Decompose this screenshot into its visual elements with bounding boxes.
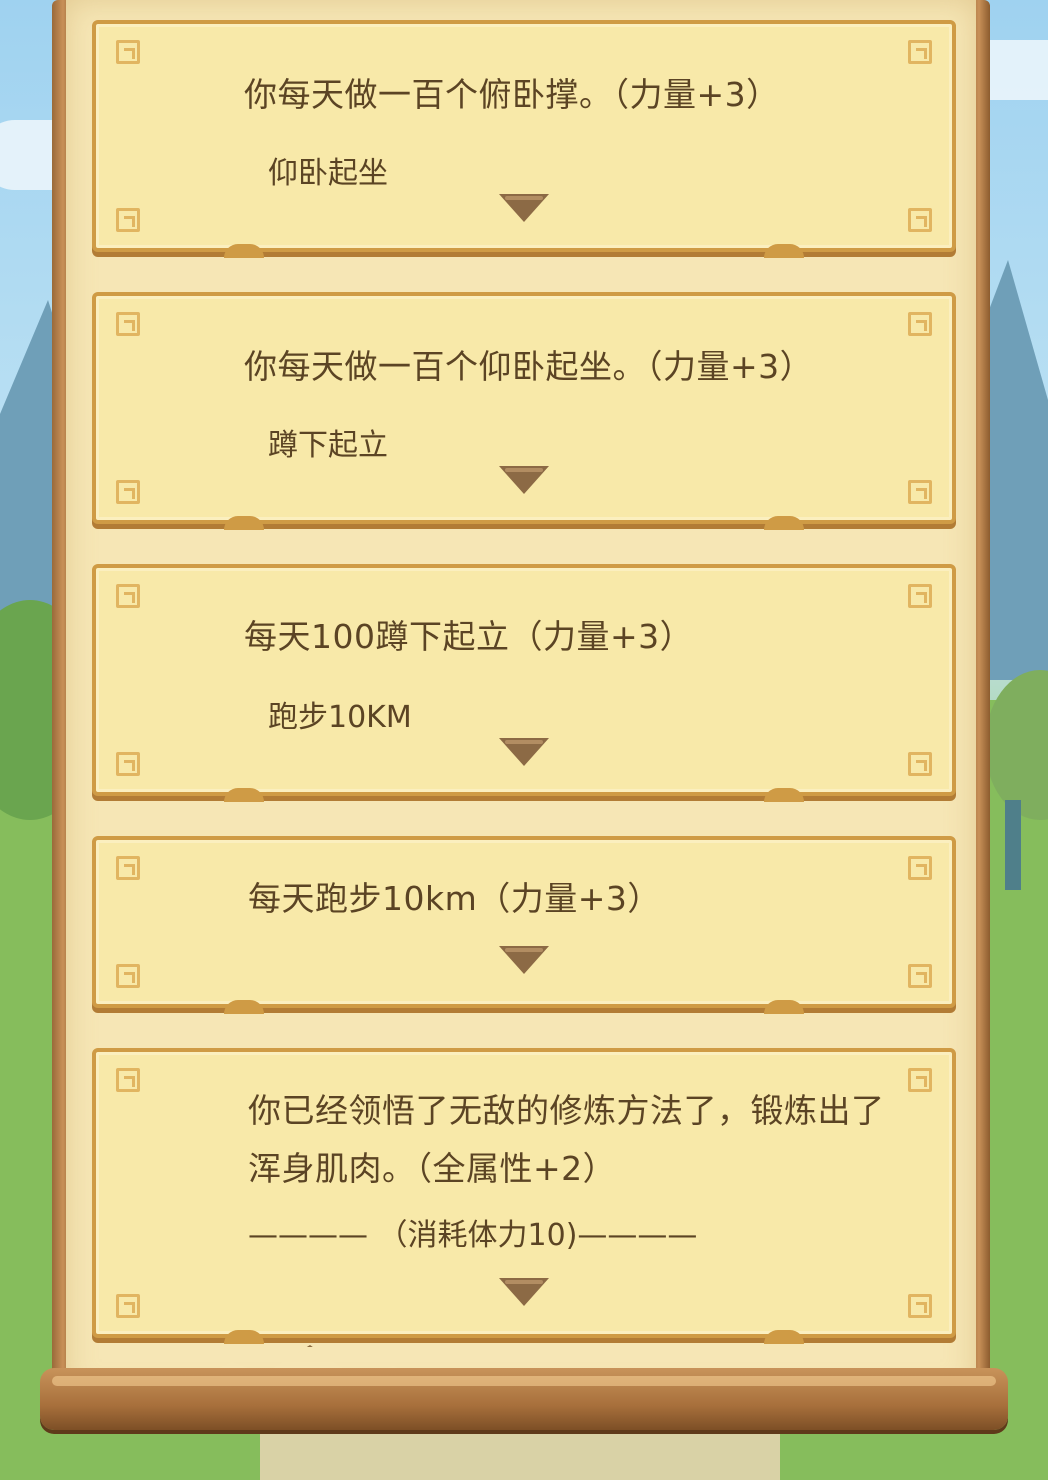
- card-bump: [764, 788, 804, 802]
- corner-ornament: [116, 480, 140, 504]
- corner-ornament: [116, 584, 140, 608]
- corner-ornament: [116, 1068, 140, 1092]
- event-card[interactable]: 你每天做一百个仰卧起坐。（力量+3） 蹲下起立: [92, 292, 956, 530]
- card-bump: [764, 1000, 804, 1014]
- event-card[interactable]: 你已经领悟了无敌的修炼方法了，锻炼出了浑身肌肉。（全属性+2） ———— （消耗…: [92, 1048, 956, 1344]
- card-bump: [224, 1330, 264, 1344]
- card-bump: [224, 516, 264, 530]
- event-text: 每天跑步10km（力量+3）: [248, 879, 661, 918]
- event-card[interactable]: 每天跑步10km（力量+3）: [92, 836, 956, 1014]
- event-text: 你每天做一百个仰卧起坐。（力量+3）: [244, 347, 814, 386]
- card-bump: [764, 516, 804, 530]
- card-bump: [224, 244, 264, 258]
- corner-ornament: [908, 964, 932, 988]
- chevron-down-icon[interactable]: [499, 194, 549, 226]
- scroll-bottom-rod: [40, 1368, 1008, 1430]
- game-screen: 你每天做一百个俯卧撑。（力量+3） 仰卧起坐 你每天做一百个仰卧起坐。（力量+3…: [0, 0, 1048, 1480]
- corner-ornament: [908, 208, 932, 232]
- corner-ornament: [908, 584, 932, 608]
- corner-ornament: [116, 856, 140, 880]
- card-bump: [764, 1330, 804, 1344]
- next-choice-label[interactable]: 蹲下起立: [268, 420, 388, 464]
- event-text: 你每天做一百个俯卧撑。（力量+3）: [244, 75, 780, 114]
- corner-ornament: [908, 1294, 932, 1318]
- chevron-down-icon[interactable]: [499, 738, 549, 770]
- event-text: 每天100蹲下起立（力量+3）: [244, 617, 694, 656]
- chevron-down-icon[interactable]: [499, 946, 549, 978]
- corner-ornament: [908, 752, 932, 776]
- next-choice-label[interactable]: 跑步10KM: [268, 692, 412, 736]
- corner-ornament: [116, 40, 140, 64]
- card-bump: [764, 244, 804, 258]
- card-bump: [224, 788, 264, 802]
- event-card[interactable]: 每天100蹲下起立（力量+3） 跑步10KM: [92, 564, 956, 802]
- event-card[interactable]: 你每天做一百个俯卧撑。（力量+3） 仰卧起坐: [92, 20, 956, 258]
- corner-ornament: [116, 1294, 140, 1318]
- corner-ornament: [908, 1068, 932, 1092]
- corner-ornament: [908, 312, 932, 336]
- chevron-down-icon[interactable]: [499, 466, 549, 498]
- stamina-cost-line: ———— （消耗体力10)————: [248, 1218, 698, 1253]
- corner-ornament: [116, 752, 140, 776]
- card-bump: [224, 1000, 264, 1014]
- corner-ornament: [116, 208, 140, 232]
- corner-ornament: [908, 480, 932, 504]
- corner-ornament: [116, 964, 140, 988]
- tree-trunk: [1005, 800, 1021, 890]
- corner-ornament: [116, 312, 140, 336]
- corner-ornament: [908, 40, 932, 64]
- event-text: 你已经领悟了无敌的修炼方法了，锻炼出了浑身肌肉。（全属性+2）: [248, 1091, 885, 1188]
- chevron-down-icon[interactable]: [499, 1278, 549, 1310]
- next-choice-label[interactable]: 仰卧起坐: [268, 148, 388, 192]
